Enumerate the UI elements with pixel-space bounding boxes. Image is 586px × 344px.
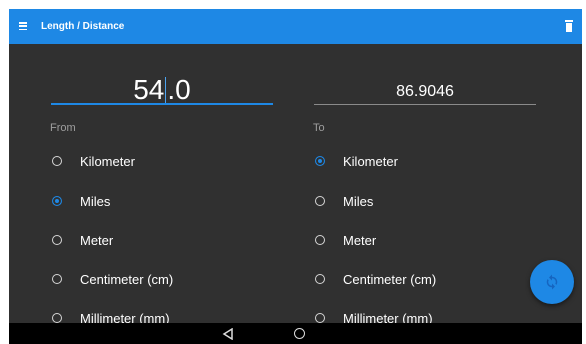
radio-unchecked-icon[interactable]: [52, 313, 62, 323]
device-screen: Length / Distance 54.0 86.9046 From To K…: [9, 9, 582, 344]
app-bar: Length / Distance: [9, 9, 582, 44]
unit-label: Kilometer: [343, 153, 398, 169]
to-unit-centimeter[interactable]: Centimeter (cm): [315, 268, 436, 290]
app-title: Length / Distance: [41, 21, 125, 32]
swap-units-button[interactable]: [530, 260, 574, 304]
to-unit-miles[interactable]: Miles: [315, 190, 373, 212]
radio-unchecked-icon[interactable]: [315, 313, 325, 323]
unit-label: Miles: [80, 193, 111, 209]
radio-unchecked-icon[interactable]: [52, 156, 62, 166]
radio-unchecked-icon[interactable]: [315, 235, 325, 245]
from-value-integer: 54: [133, 74, 165, 105]
home-circle-icon[interactable]: [294, 328, 305, 339]
back-triangle-icon[interactable]: [222, 328, 234, 340]
from-unit-miles[interactable]: Miles: [52, 190, 110, 212]
radio-checked-icon[interactable]: [315, 156, 325, 166]
hamburger-menu-icon[interactable]: [19, 22, 27, 30]
to-value-output: 86.9046: [314, 79, 536, 105]
from-value-fraction: .0: [167, 74, 191, 105]
unit-label: Meter: [80, 232, 114, 248]
radio-unchecked-icon[interactable]: [52, 274, 62, 284]
radio-unchecked-icon[interactable]: [315, 274, 325, 284]
from-value-input[interactable]: 54.0: [51, 75, 273, 105]
unit-label: Centimeter (cm): [80, 271, 174, 287]
to-label: To: [313, 122, 325, 134]
radio-checked-icon[interactable]: [52, 196, 62, 206]
radio-unchecked-icon[interactable]: [315, 196, 325, 206]
unit-label: Kilometer: [80, 153, 135, 169]
from-label: From: [50, 122, 76, 134]
to-unit-meter[interactable]: Meter: [315, 229, 376, 251]
trash-icon[interactable]: [565, 20, 573, 32]
radio-unchecked-icon[interactable]: [52, 235, 62, 245]
from-unit-kilometer[interactable]: Kilometer: [52, 150, 135, 172]
swap-icon: [546, 274, 558, 290]
from-unit-meter[interactable]: Meter: [52, 229, 113, 251]
unit-label: Meter: [343, 232, 377, 248]
unit-label: Centimeter (cm): [343, 271, 437, 287]
from-unit-centimeter[interactable]: Centimeter (cm): [52, 268, 173, 290]
unit-label: Miles: [343, 193, 374, 209]
to-unit-kilometer[interactable]: Kilometer: [315, 150, 398, 172]
system-nav-bar: [9, 323, 582, 344]
